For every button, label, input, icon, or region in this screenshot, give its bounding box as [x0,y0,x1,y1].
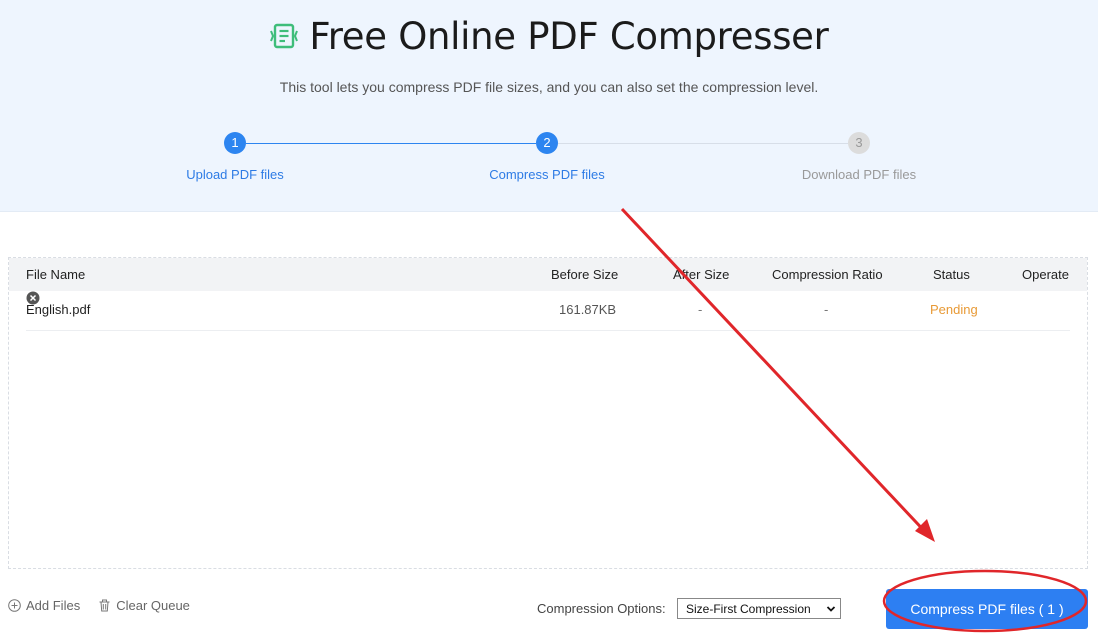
step-download: 3 Download PDF files [779,132,939,182]
document-compress-icon [270,23,299,49]
hero-banner: Free Online PDF Compresser This tool let… [0,0,1098,212]
compression-ratio: - [824,302,829,317]
after-size: - [698,302,703,317]
step-compress: 2 Compress PDF files [467,132,627,182]
step-number: 2 [536,132,558,154]
trash-icon [99,599,110,612]
compression-options-select[interactable]: Size-First Compression [677,598,841,619]
add-files-label: Add Files [26,598,81,613]
step-label: Upload PDF files [186,167,284,182]
step-number: 1 [224,132,246,154]
add-files-button[interactable]: Add Files [8,598,80,613]
table-row: English.pdf 161.87KB - - Pending [26,291,1070,331]
header-after-size: After Size [673,267,730,282]
compression-options-value: Size-First Compression [686,601,811,616]
clear-queue-label: Clear Queue [116,598,190,613]
queue-actions: Add Files Clear Queue [8,598,190,613]
header-file-name: File Name [26,267,86,282]
file-name: English.pdf [26,302,91,317]
before-size: 161.87KB [559,302,617,317]
header-compression-ratio: Compression Ratio [772,267,883,282]
page-title: Free Online PDF Compresser [309,14,829,58]
compression-options-label: Compression Options: [537,601,666,616]
plus-circle-icon [8,599,21,612]
title-row: Free Online PDF Compresser [0,12,1098,60]
step-number: 3 [848,132,870,154]
file-queue-table: File Name Before Size After Size Compres… [8,257,1088,569]
status-badge: Pending [930,302,978,317]
page-subtitle: This tool lets you compress PDF file siz… [279,79,819,95]
table-header: File Name Before Size After Size Compres… [9,258,1087,291]
progress-steps: 1 Upload PDF files 2 Compress PDF files … [0,132,1098,182]
step-label: Download PDF files [801,167,917,182]
step-label: Compress PDF files [489,167,605,182]
compress-button[interactable]: Compress PDF files ( 1 ) [886,589,1088,629]
header-before-size: Before Size [551,267,619,282]
step-upload: 1 Upload PDF files [155,132,315,182]
chevron-down-icon [826,606,836,612]
header-operate: Operate [1022,267,1069,282]
clear-queue-button[interactable]: Clear Queue [98,598,190,613]
header-status: Status [933,267,970,282]
